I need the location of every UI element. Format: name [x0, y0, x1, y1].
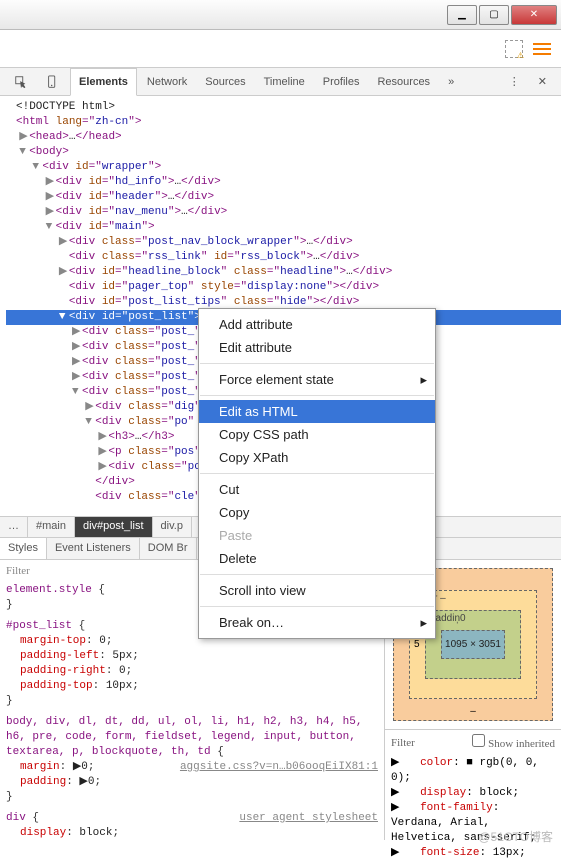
- devtools-tab-elements[interactable]: Elements: [70, 68, 137, 96]
- styles-subtab[interactable]: Event Listeners: [47, 538, 140, 559]
- extension-icon[interactable]: [505, 40, 523, 58]
- hamburger-menu-icon[interactable]: [533, 43, 551, 55]
- context-menu-item[interactable]: Scroll into view: [199, 579, 435, 602]
- devtools-tab-network[interactable]: Network: [139, 68, 195, 95]
- dom-node[interactable]: ▼<div id="main">: [6, 220, 561, 235]
- context-menu-separator: [200, 363, 434, 364]
- watermark: @51CTO博客: [478, 828, 553, 845]
- devtools-tab-resources[interactable]: Resources: [369, 68, 438, 95]
- context-menu-item: Paste: [199, 524, 435, 547]
- more-tabs-icon[interactable]: »: [440, 68, 462, 95]
- context-menu-item[interactable]: Edit as HTML: [199, 400, 435, 423]
- context-menu-item[interactable]: Edit attribute: [199, 336, 435, 359]
- dom-node[interactable]: ▶<div class="post_nav_block_wrapper">…</…: [6, 235, 561, 250]
- context-menu-item[interactable]: Copy CSS path: [199, 423, 435, 446]
- dom-node[interactable]: <div class="rss_link" id="rss_block">…</…: [6, 250, 561, 265]
- window-titlebar: ▁ ▢ ✕: [0, 0, 561, 30]
- styles-subtab[interactable]: Styles: [0, 537, 47, 559]
- dom-node[interactable]: ▶<div id="nav_menu">…</div>: [6, 205, 561, 220]
- device-mode-icon[interactable]: [38, 68, 68, 95]
- context-menu-separator: [200, 606, 434, 607]
- inspect-icon[interactable]: [6, 68, 36, 95]
- context-menu-item[interactable]: Cut: [199, 478, 435, 501]
- context-menu-separator: [200, 574, 434, 575]
- breadcrumb-item[interactable]: div.p: [153, 517, 192, 537]
- context-menu-item[interactable]: Copy XPath: [199, 446, 435, 469]
- breadcrumb-item[interactable]: div#post_list: [75, 517, 153, 537]
- box-model-content-size: 1095 × 3051: [441, 630, 505, 659]
- window-maximize-button[interactable]: ▢: [479, 5, 509, 25]
- context-menu: Add attributeEdit attribute Force element…: [198, 308, 436, 639]
- dom-node[interactable]: ▶<div id="header">…</div>: [6, 190, 561, 205]
- dom-node[interactable]: ▼<body>: [6, 145, 561, 160]
- dom-node[interactable]: ▶<div id="hd_info">…</div>: [6, 175, 561, 190]
- breadcrumb-item[interactable]: …: [0, 517, 28, 537]
- context-menu-item[interactable]: Break on…▸: [199, 611, 435, 634]
- devtools-tab-profiles[interactable]: Profiles: [315, 68, 368, 95]
- dom-node[interactable]: <html lang="zh-cn">: [6, 115, 561, 130]
- show-inherited-checkbox[interactable]: Show inherited: [472, 734, 555, 752]
- devtools-tab-sources[interactable]: Sources: [197, 68, 253, 95]
- breadcrumb-item[interactable]: #main: [28, 517, 75, 537]
- window-minimize-button[interactable]: ▁: [447, 5, 477, 25]
- context-menu-item[interactable]: Add attribute: [199, 313, 435, 336]
- context-menu-item[interactable]: Delete: [199, 547, 435, 570]
- context-menu-item[interactable]: Force element state▸: [199, 368, 435, 391]
- context-menu-separator: [200, 395, 434, 396]
- devtools-tab-timeline[interactable]: Timeline: [256, 68, 313, 95]
- devtools-menu-icon[interactable]: ⋮: [501, 68, 528, 95]
- computed-filter-label[interactable]: Filter: [391, 736, 415, 751]
- devtools-tabs: ElementsNetworkSourcesTimelineProfilesRe…: [0, 68, 561, 96]
- dom-node[interactable]: ▼<div id="wrapper">: [6, 160, 561, 175]
- dom-node[interactable]: ▶<head>…</head>: [6, 130, 561, 145]
- dom-node[interactable]: <div id="pager_top" style="display:none"…: [6, 280, 561, 295]
- context-menu-separator: [200, 473, 434, 474]
- context-menu-item[interactable]: Copy: [199, 501, 435, 524]
- devtools-close-icon[interactable]: ✕: [530, 68, 555, 95]
- styles-subtab[interactable]: DOM Br: [140, 538, 197, 559]
- browser-toolbar: [0, 30, 561, 68]
- dom-node[interactable]: ▶<div id="headline_block" class="headlin…: [6, 265, 561, 280]
- window-close-button[interactable]: ✕: [511, 5, 557, 25]
